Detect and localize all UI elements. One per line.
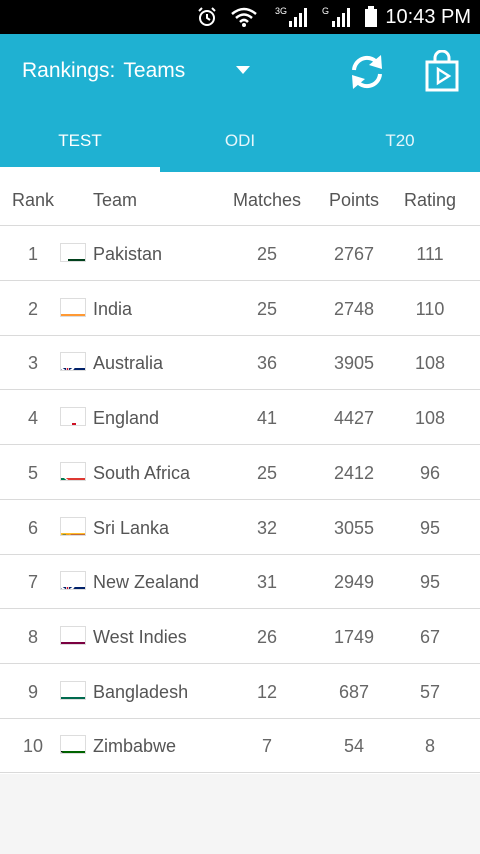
table-row[interactable]: 8 West Indies 26 1749 67	[0, 609, 480, 664]
rating-cell: 111	[416, 244, 444, 264]
battery-icon	[364, 0, 378, 34]
matches-cell: 25	[256, 462, 278, 483]
points-cell: 2767	[333, 244, 375, 264]
matches-cell: 25	[256, 244, 278, 264]
table-row[interactable]: 10 Zimbabwe 7 54 8	[0, 718, 480, 774]
column-header-points: Points	[328, 190, 380, 210]
rank-cell: 2	[27, 298, 38, 319]
rating-cell: 67	[419, 626, 441, 647]
table-row[interactable]: 6 Sri Lanka 32 3055 95	[0, 500, 480, 555]
table-row[interactable]: 1 Pakistan 25 2767 111	[0, 226, 480, 281]
column-header-rank: Rank	[12, 190, 55, 210]
points-cell: 1749	[333, 626, 375, 647]
team-name-cell: England	[93, 408, 160, 429]
matches-cell: 7	[261, 736, 272, 757]
rank-cell: 10	[22, 736, 44, 757]
team-name-cell: West Indies	[93, 626, 187, 647]
rankings-selector[interactable]: Rankings: Teams	[22, 56, 185, 86]
rankings-table: Rank Team Matches Points Rating 1 Pakista…	[0, 172, 480, 774]
column-header-matches: Matches	[232, 190, 302, 210]
rating-cell: 95	[419, 517, 441, 538]
rating-cell: 108	[414, 353, 446, 374]
sri-lanka-flag-icon	[60, 516, 86, 536]
table-row[interactable]: 7 New Zealand 31 2949 95	[0, 554, 480, 610]
points-cell: 3055	[333, 517, 375, 538]
matches-cell: 32	[256, 517, 278, 538]
table-row[interactable]: 2 India 25 2748 110	[0, 281, 480, 336]
signal-g-icon: G	[322, 0, 356, 34]
status-time: 10:43 PM	[385, 5, 471, 28]
rank-cell: 4	[27, 408, 38, 429]
points-cell: 2748	[333, 298, 375, 319]
australia-flag-icon	[60, 352, 86, 372]
team-name-cell: Australia	[93, 353, 164, 374]
points-cell: 4427	[333, 408, 375, 429]
points-cell: 2949	[333, 572, 375, 593]
pakistan-flag-icon	[60, 243, 86, 262]
team-name-cell: South Africa	[93, 462, 191, 483]
bangladesh-flag-icon	[60, 680, 86, 700]
rank-cell: 8	[27, 626, 38, 647]
points-cell: 3905	[333, 353, 375, 374]
points-cell: 54	[343, 736, 365, 757]
table-row[interactable]: 3 Australia 36 3905 108	[0, 335, 480, 391]
tab-t20[interactable]: T20	[320, 124, 480, 172]
rating-cell: 110	[415, 298, 445, 319]
column-header-rating: Rating	[403, 190, 457, 210]
team-name-cell: India	[93, 298, 133, 319]
svg-text:G: G	[322, 6, 329, 16]
rank-cell: 7	[27, 572, 38, 593]
format-tabs: TEST ODI T20	[0, 124, 480, 172]
matches-cell: 12	[256, 681, 278, 702]
matches-cell: 36	[256, 353, 278, 374]
rating-cell: 95	[419, 572, 441, 593]
play-store-icon	[425, 49, 459, 92]
status-bar: 3G G 10:43 PM	[0, 0, 480, 34]
rank-cell: 3	[27, 353, 38, 374]
matches-cell: 41	[256, 408, 278, 429]
wifi-icon	[230, 0, 258, 34]
team-name-cell: New Zealand	[93, 572, 200, 593]
table-row[interactable]: 4 England 41 4427 108	[0, 390, 480, 446]
refresh-button[interactable]	[346, 52, 388, 92]
signal-3g-icon: 3G	[275, 0, 313, 34]
refresh-icon	[352, 55, 382, 89]
play-store-button[interactable]	[422, 49, 462, 92]
matches-cell: 26	[256, 626, 278, 647]
points-cell: 2412	[333, 462, 375, 483]
team-name-cell: Sri Lanka	[93, 517, 170, 538]
table-row[interactable]: 9 Bangladesh 12 687 57	[0, 664, 480, 719]
rating-cell: 8	[424, 736, 435, 757]
rank-cell: 5	[27, 462, 38, 483]
rank-cell: 6	[27, 517, 38, 538]
new-zealand-flag-icon	[60, 571, 86, 591]
team-name-cell: Pakistan	[93, 244, 163, 264]
column-header-team: Team	[93, 190, 138, 210]
rankings-label: Rankings:	[22, 59, 116, 82]
rating-cell: 96	[419, 462, 441, 483]
svg-text:3G: 3G	[275, 6, 287, 16]
south-africa-flag-icon	[60, 461, 86, 481]
team-name-cell: Bangladesh	[93, 681, 189, 702]
rank-cell: 9	[27, 681, 38, 702]
tab-test[interactable]: TEST	[0, 124, 160, 172]
matches-cell: 31	[256, 572, 278, 593]
rankings-selection: Teams	[123, 59, 186, 82]
app-bar: Rankings: Teams TEST ODI T20	[0, 34, 480, 172]
tab-odi[interactable]: ODI	[160, 124, 320, 172]
matches-cell: 25	[256, 298, 278, 319]
rating-cell: 57	[419, 681, 441, 702]
alarm-icon	[196, 0, 218, 34]
table-row[interactable]: 5 South Africa 25 2412 96	[0, 445, 480, 500]
england-flag-icon	[60, 407, 86, 427]
india-flag-icon	[60, 297, 86, 317]
rank-cell: 1	[27, 244, 38, 264]
team-name-cell: Zimbabwe	[93, 736, 177, 757]
rating-cell: 108	[414, 408, 446, 429]
table-header: Rank Team Matches Points Rating	[0, 172, 480, 226]
west-indies-flag-icon	[60, 625, 86, 645]
points-cell: 687	[338, 681, 370, 702]
zimbabwe-flag-icon	[60, 735, 86, 755]
dropdown-arrow-icon[interactable]	[236, 66, 250, 74]
